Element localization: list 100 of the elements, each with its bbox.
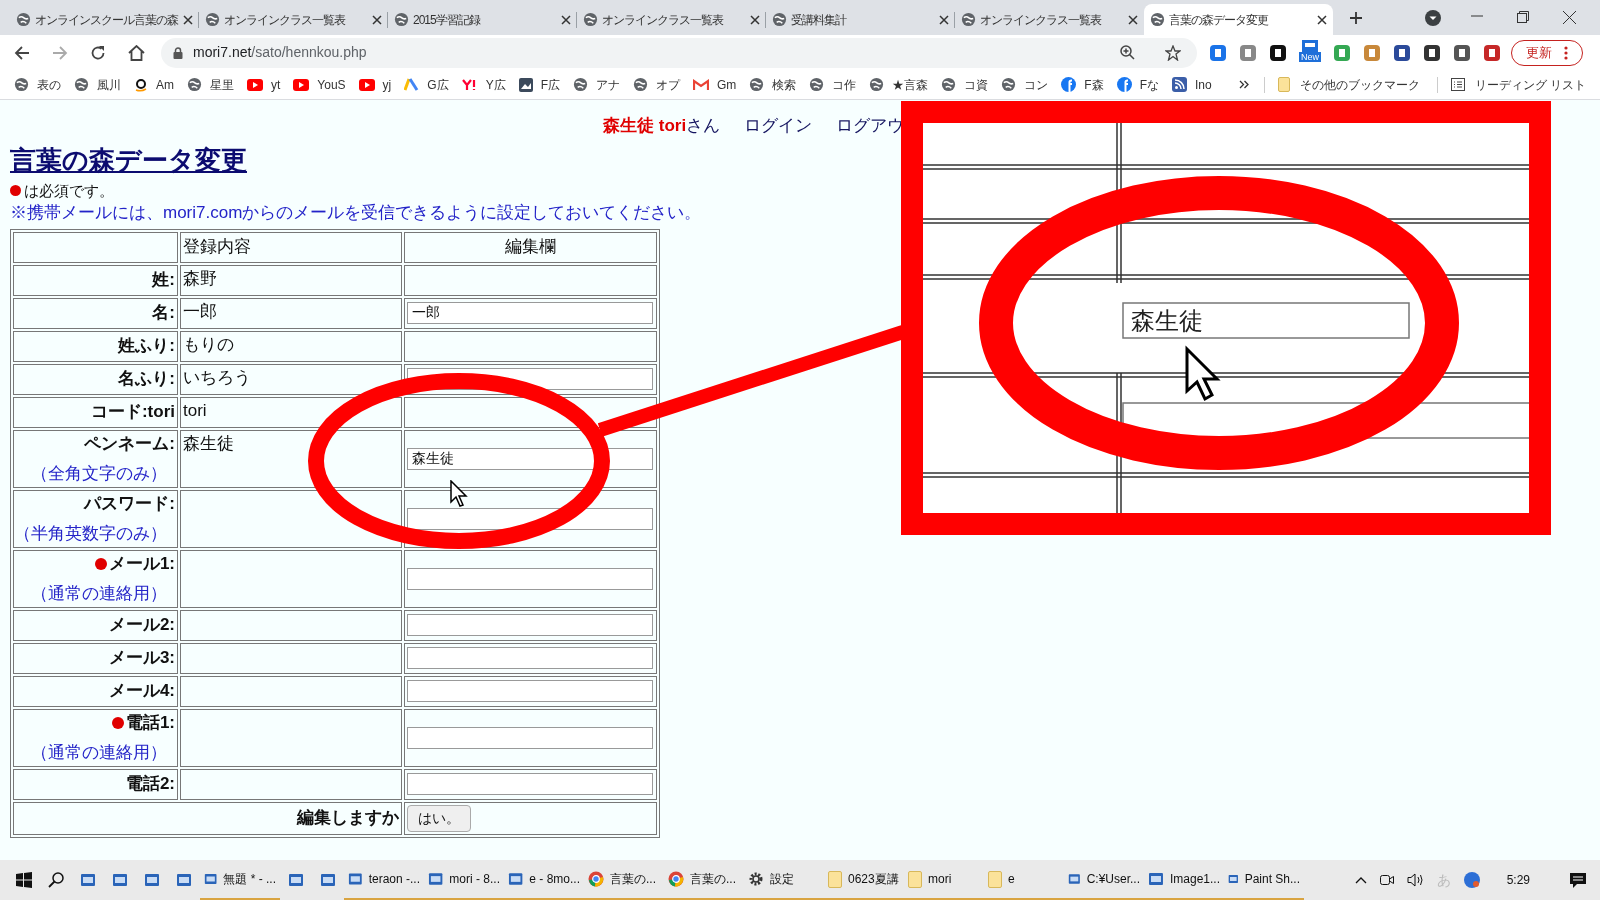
app-icon	[1068, 871, 1081, 887]
field-note: （通常の連絡用）	[31, 741, 167, 764]
taskbar-button[interactable]: 無題 * - ...	[200, 860, 280, 900]
taskbar-button[interactable]: teraon -...	[344, 860, 424, 900]
camera-icon[interactable]	[1378, 872, 1395, 888]
globe-icon[interactable]	[1462, 871, 1481, 889]
close-icon[interactable]	[939, 14, 949, 25]
bookmark[interactable]: ★言森	[869, 75, 929, 94]
taskbar-button[interactable]: 言葉の...	[664, 860, 744, 900]
text-input[interactable]	[407, 614, 653, 636]
extension-icon[interactable]	[1453, 43, 1471, 62]
bookmark[interactable]: YouS	[293, 75, 346, 94]
taskbar-button[interactable]: 0623夏講	[824, 860, 904, 900]
bookmark[interactable]: 表の	[14, 75, 61, 94]
list-icon	[1450, 78, 1465, 91]
bookmark[interactable]: 風川	[74, 75, 121, 94]
field-label: パスワード:	[84, 493, 175, 515]
text-input[interactable]	[407, 680, 653, 702]
browser-tab[interactable]: オンラインクラス一覧表	[577, 4, 766, 35]
cursor-icon	[1185, 345, 1221, 402]
close-icon[interactable]	[183, 14, 193, 25]
browser-tab[interactable]: オンラインクラス一覧表	[955, 4, 1144, 35]
clock-time[interactable]: 5:29	[1506, 871, 1530, 889]
cursor-icon	[450, 480, 468, 508]
bookmark[interactable]: Fな	[1116, 75, 1159, 94]
close-icon[interactable]	[372, 14, 382, 25]
close-icon[interactable]	[750, 14, 760, 25]
browser-tab[interactable]: 言葉の森データ変更	[1144, 4, 1333, 35]
field-label: メール1:	[108, 553, 175, 575]
registered-value: 森生徒	[183, 433, 234, 453]
close-icon[interactable]	[1317, 14, 1327, 25]
bookmark[interactable]: Ino	[1172, 75, 1212, 94]
bookmark[interactable]: yj	[358, 75, 392, 94]
close-icon[interactable]	[561, 14, 571, 25]
extension-icon[interactable]	[1393, 43, 1411, 62]
bookmark[interactable]: Gm	[693, 75, 737, 94]
extension-icon[interactable]	[1423, 43, 1441, 62]
folder-icon	[908, 870, 922, 888]
new-tab-icon[interactable]	[1349, 11, 1363, 25]
bookmark[interactable]: コン	[1001, 75, 1049, 94]
text-input[interactable]	[407, 773, 653, 795]
nav-link[interactable]: ログイン	[744, 113, 813, 139]
tab-title: オンラインクラス一覧表	[602, 11, 725, 29]
text-input[interactable]: 一郎	[407, 302, 653, 324]
taskbar-button[interactable]: 言葉の...	[584, 860, 664, 900]
browser-tab[interactable]: オンラインスクール言葉の森	[10, 4, 199, 35]
text-input[interactable]: 森生徒	[407, 447, 653, 470]
text-input[interactable]	[407, 726, 653, 749]
notification-icon[interactable]	[1570, 872, 1586, 888]
home-icon[interactable]	[128, 44, 145, 61]
bookmark[interactable]: オプ	[633, 75, 680, 94]
taskbar-button[interactable]: Paint Sh...	[1224, 860, 1304, 900]
bookmark[interactable]: F広	[518, 75, 560, 94]
yes-button[interactable]: はい。	[407, 804, 471, 832]
chevron-icon[interactable]	[1238, 80, 1249, 89]
app-icon	[348, 871, 363, 887]
bookmark[interactable]: Am	[134, 75, 174, 94]
back-icon[interactable]	[14, 44, 30, 61]
taskbar-button[interactable]: mori - 8...	[424, 860, 504, 900]
bookmark[interactable]: アナ	[573, 75, 620, 94]
field-label: 姓ふり:	[118, 335, 175, 358]
bookmark[interactable]: コ資	[941, 75, 989, 94]
field-label: 名:	[152, 302, 175, 325]
taskbar-button[interactable]: C:¥User...	[1064, 860, 1144, 900]
browser-tab[interactable]: オンラインクラス一覧表	[199, 4, 388, 35]
speaker-icon[interactable]	[1406, 872, 1425, 888]
registered-value: 一郎	[183, 301, 217, 321]
bookmark[interactable]: yt	[247, 75, 281, 94]
chevron-up-icon[interactable]	[1354, 876, 1367, 884]
reading-list-button[interactable]: リーディング リスト	[1450, 75, 1587, 94]
close-icon[interactable]	[1128, 14, 1138, 25]
windows-icon	[16, 872, 32, 888]
browser-tab[interactable]: 2015学習記録	[388, 4, 577, 35]
tab-search-icon[interactable]	[1425, 10, 1441, 26]
text-input[interactable]	[407, 647, 653, 669]
taskbar-button[interactable]: mori	[904, 860, 984, 900]
bookmark[interactable]: コ作	[809, 75, 857, 94]
taskbar-button[interactable]: e	[984, 860, 1064, 900]
tab-title: 言葉の森データ変更	[1169, 11, 1269, 29]
address-bar[interactable]: mori7.net/sato/hennkou.php	[161, 37, 1197, 68]
bookmark[interactable]: F森	[1061, 75, 1104, 94]
bookmark[interactable]: G広	[404, 75, 449, 94]
bookmark-folder[interactable]: その他のブックマーク	[1277, 75, 1420, 94]
reload-icon[interactable]	[90, 44, 106, 61]
zoom-icon[interactable]	[1120, 45, 1135, 60]
extension-icon[interactable]	[1269, 43, 1287, 62]
browser-tab[interactable]: 受講料集計	[766, 4, 955, 35]
star-icon[interactable]	[1165, 44, 1181, 61]
close-icon[interactable]	[1563, 11, 1576, 24]
taskbar-button[interactable]: Image1...	[1144, 860, 1224, 900]
bookmark[interactable]: Y広	[461, 75, 506, 94]
taskbar-button[interactable]: 設定	[744, 860, 824, 900]
taskbar-button[interactable]: e - 8mo...	[504, 860, 584, 900]
nav-link[interactable]: ログアウ	[836, 113, 905, 139]
bookmark[interactable]: 星里	[187, 75, 234, 94]
bookmark[interactable]: 検索	[749, 75, 797, 94]
text-input[interactable]	[407, 567, 653, 590]
globe-icon	[74, 77, 89, 92]
app-icon	[204, 871, 218, 887]
maximize-icon[interactable]	[1517, 11, 1529, 23]
